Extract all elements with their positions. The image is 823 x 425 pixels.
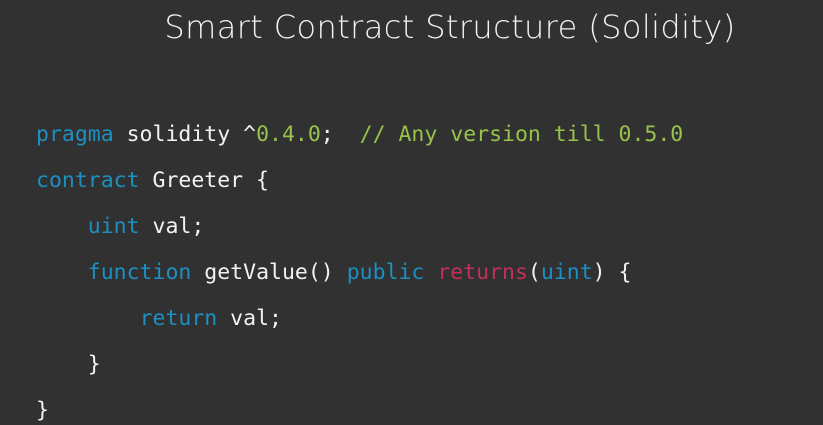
slide-title: Smart Contract Structure (Solidity) [164, 8, 736, 46]
keyword-uint: uint [87, 214, 140, 239]
keyword-pragma: pragma [36, 122, 114, 147]
keyword-public: public [346, 260, 425, 285]
closing-brace: } [36, 398, 49, 423]
code-block: pragma solidity ^0.4.0; // Any version t… [36, 112, 683, 425]
code-line-3: uint val; [36, 204, 683, 250]
code-text: solidity ^ [113, 122, 257, 147]
code-comment: // Any version till 0.5.0 [359, 122, 684, 147]
code-line-1: pragma solidity ^0.4.0; // Any version t… [36, 112, 683, 158]
keyword-contract: contract [36, 168, 140, 193]
code-text: val; [139, 214, 205, 239]
code-line-5: return val; [36, 296, 683, 342]
keyword-return: return [139, 306, 218, 331]
code-text: ( [527, 260, 541, 285]
code-line-6: } [36, 342, 683, 388]
keyword-uint: uint [540, 260, 593, 285]
keyword-returns: returns [437, 260, 528, 285]
code-text: ) { [592, 260, 632, 285]
code-text: getValue() [191, 260, 347, 285]
slide: Smart Contract Structure (Solidity) prag… [0, 0, 823, 425]
code-text: val; [217, 306, 282, 331]
version-number: 0.4.0 [256, 122, 321, 147]
code-line-2: contract Greeter { [36, 158, 683, 204]
keyword-function: function [87, 260, 192, 285]
code-line-4: function getValue() public returns(uint)… [36, 250, 683, 296]
code-text: ; [320, 122, 360, 147]
code-line-7: } [36, 388, 683, 425]
closing-brace: } [87, 352, 101, 377]
code-text: Greeter { [139, 168, 270, 193]
